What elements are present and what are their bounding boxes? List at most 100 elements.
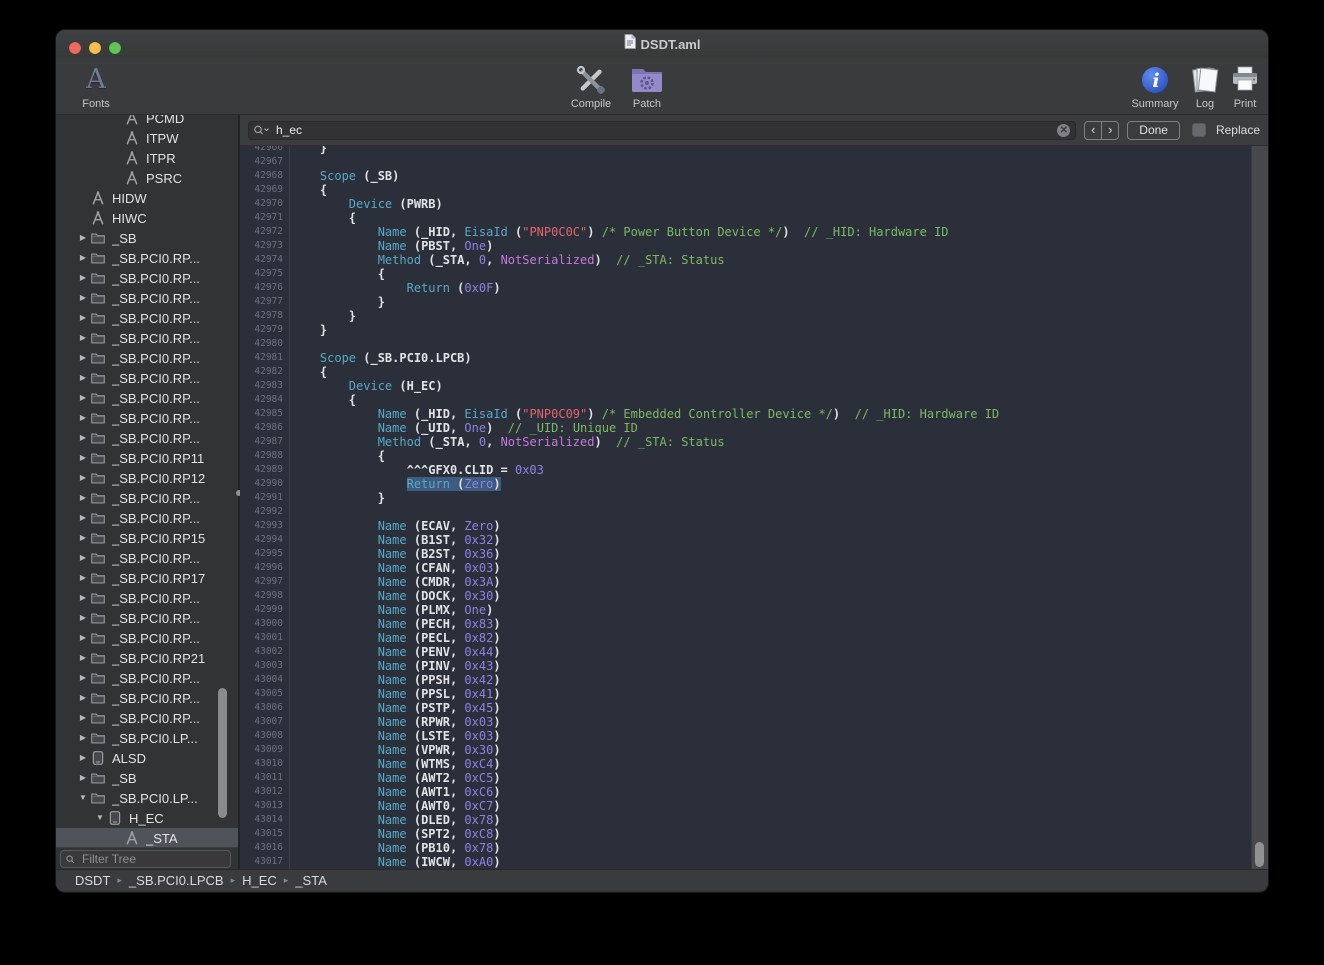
code-line[interactable]: 42982 { bbox=[240, 365, 1252, 379]
tree-item[interactable]: ▶_SB.PCI0.RP... bbox=[56, 588, 238, 608]
disclosure-collapsed-icon[interactable]: ▶ bbox=[76, 288, 90, 308]
patch-button[interactable]: Patch bbox=[622, 62, 672, 110]
code-line[interactable]: 43015 Name (SPT2, 0xC8) bbox=[240, 827, 1252, 841]
code-line[interactable]: 43016 Name (PB10, 0x78) bbox=[240, 841, 1252, 855]
code-lines[interactable]: 42966 }4296742968 Scope (_SB)42969 {4297… bbox=[240, 146, 1252, 869]
close-button[interactable] bbox=[69, 42, 81, 54]
filter-tree-input[interactable] bbox=[80, 851, 214, 867]
tree-item[interactable]: ▶_SB.PCI0.RP... bbox=[56, 328, 238, 348]
tree-item[interactable]: _STA bbox=[56, 828, 238, 848]
breadcrumb-item[interactable]: _STA bbox=[295, 873, 327, 888]
sidebar-tree[interactable]: PCMDITPWITPRPSRCHIDWHIWC▶_SB▶_SB.PCI0.RP… bbox=[56, 115, 238, 848]
tree-item[interactable]: ITPR bbox=[56, 148, 238, 168]
tree-item[interactable]: ▶_SB.PCI0.RP... bbox=[56, 288, 238, 308]
code-line[interactable]: 43005 Name (PPSL, 0x41) bbox=[240, 687, 1252, 701]
code-line[interactable]: 42972 Name (_HID, EisaId ("PNP0C0C") /* … bbox=[240, 225, 1252, 239]
disclosure-collapsed-icon[interactable]: ▶ bbox=[76, 428, 90, 448]
print-button[interactable]: Print bbox=[1223, 62, 1267, 110]
tree-item[interactable]: ▶_SB.PCI0.RP... bbox=[56, 308, 238, 328]
tree-item[interactable]: ▶_SB.PCI0.RP... bbox=[56, 408, 238, 428]
code-line[interactable]: 42967 bbox=[240, 155, 1252, 169]
code-line[interactable]: 43017 Name (IWCW, 0xA0) bbox=[240, 855, 1252, 869]
code-line[interactable]: 43008 Name (LSTE, 0x03) bbox=[240, 729, 1252, 743]
tree-item[interactable]: ▶_SB.PCI0.RP... bbox=[56, 508, 238, 528]
tree-item[interactable]: ▶_SB.PCI0.RP... bbox=[56, 248, 238, 268]
tree-item[interactable]: ▶_SB.PCI0.RP17 bbox=[56, 568, 238, 588]
find-previous-button[interactable]: ‹ bbox=[1085, 122, 1102, 139]
clear-search-icon[interactable]: ✕ bbox=[1057, 124, 1070, 137]
tree-item[interactable]: ▶_SB.PCI0.RP... bbox=[56, 668, 238, 688]
tree-item[interactable]: ▶_SB.PCI0.RP... bbox=[56, 628, 238, 648]
disclosure-collapsed-icon[interactable]: ▶ bbox=[76, 708, 90, 728]
disclosure-collapsed-icon[interactable]: ▶ bbox=[76, 628, 90, 648]
disclosure-collapsed-icon[interactable]: ▶ bbox=[76, 568, 90, 588]
disclosure-collapsed-icon[interactable]: ▶ bbox=[76, 268, 90, 288]
tree-item[interactable]: ▼_SB.PCI0.LP... bbox=[56, 788, 238, 808]
zoom-button[interactable] bbox=[109, 42, 121, 54]
code-line[interactable]: 42995 Name (B2ST, 0x36) bbox=[240, 547, 1252, 561]
disclosure-collapsed-icon[interactable]: ▶ bbox=[76, 488, 90, 508]
find-next-button[interactable]: › bbox=[1102, 122, 1118, 139]
code-line[interactable]: 42973 Name (PBST, One) bbox=[240, 239, 1252, 253]
search-input[interactable] bbox=[274, 122, 1057, 138]
code-line[interactable]: 42990 Return (Zero) bbox=[240, 477, 1252, 491]
tree-item[interactable]: ▶_SB bbox=[56, 228, 238, 248]
tree-item[interactable]: ▶_SB bbox=[56, 768, 238, 788]
code-line[interactable]: 43013 Name (AWT0, 0xC7) bbox=[240, 799, 1252, 813]
code-line[interactable]: 42975 { bbox=[240, 267, 1252, 281]
tree-item[interactable]: ▶_SB.PCI0.RP... bbox=[56, 488, 238, 508]
code-line[interactable]: 43002 Name (PENV, 0x44) bbox=[240, 645, 1252, 659]
code-line[interactable]: 43006 Name (PSTP, 0x45) bbox=[240, 701, 1252, 715]
compile-button[interactable]: Compile bbox=[562, 62, 620, 110]
summary-button[interactable]: i Summary bbox=[1125, 62, 1185, 110]
disclosure-collapsed-icon[interactable]: ▶ bbox=[76, 588, 90, 608]
code-line[interactable]: 42989 ^^^GFX0.CLID = 0x03 bbox=[240, 463, 1252, 477]
tree-item[interactable]: ▶_SB.PCI0.RP... bbox=[56, 348, 238, 368]
code-line[interactable]: 42976 Return (0x0F) bbox=[240, 281, 1252, 295]
tree-item[interactable]: ▶_SB.PCI0.RP... bbox=[56, 688, 238, 708]
tree-item[interactable]: ▶_SB.PCI0.RP... bbox=[56, 428, 238, 448]
code-line[interactable]: 42993 Name (ECAV, Zero) bbox=[240, 519, 1252, 533]
disclosure-expanded-icon[interactable]: ▼ bbox=[93, 808, 107, 828]
disclosure-expanded-icon[interactable]: ▼ bbox=[76, 788, 90, 808]
code-line[interactable]: 42987 Method (_STA, 0, NotSerialized) //… bbox=[240, 435, 1252, 449]
editor-scrollbar-thumb[interactable] bbox=[1255, 842, 1264, 867]
code-line[interactable]: 43010 Name (WTMS, 0xC4) bbox=[240, 757, 1252, 771]
disclosure-collapsed-icon[interactable]: ▶ bbox=[76, 308, 90, 328]
log-button[interactable]: Log bbox=[1184, 62, 1226, 110]
breadcrumb-item[interactable]: DSDT bbox=[75, 873, 110, 888]
code-line[interactable]: 42988 { bbox=[240, 449, 1252, 463]
window-titlebar[interactable]: DSDT.aml bbox=[56, 30, 1268, 58]
editor-scrollbar[interactable] bbox=[1251, 146, 1268, 869]
code-line[interactable]: 42979 } bbox=[240, 323, 1252, 337]
tree-item[interactable]: HIWC bbox=[56, 208, 238, 228]
code-line[interactable]: 43011 Name (AWT2, 0xC5) bbox=[240, 771, 1252, 785]
replace-checkbox[interactable] bbox=[1192, 123, 1206, 137]
disclosure-collapsed-icon[interactable]: ▶ bbox=[76, 468, 90, 488]
disclosure-collapsed-icon[interactable]: ▶ bbox=[76, 388, 90, 408]
minimize-button[interactable] bbox=[89, 42, 101, 54]
code-editor[interactable]: 42966 }4296742968 Scope (_SB)42969 {4297… bbox=[240, 146, 1268, 869]
code-line[interactable]: 42977 } bbox=[240, 295, 1252, 309]
code-line[interactable]: 42992 bbox=[240, 505, 1252, 519]
disclosure-collapsed-icon[interactable]: ▶ bbox=[76, 768, 90, 788]
tree-item[interactable]: ▶_SB.PCI0.RP21 bbox=[56, 648, 238, 668]
code-line[interactable]: 43012 Name (AWT1, 0xC6) bbox=[240, 785, 1252, 799]
code-line[interactable]: 42969 { bbox=[240, 183, 1252, 197]
tree-item[interactable]: ▶_SB.PCI0.LP... bbox=[56, 728, 238, 748]
code-line[interactable]: 43007 Name (RPWR, 0x03) bbox=[240, 715, 1252, 729]
code-line[interactable]: 42970 Device (PWRB) bbox=[240, 197, 1252, 211]
tree-item[interactable]: ▶_SB.PCI0.RP12 bbox=[56, 468, 238, 488]
disclosure-collapsed-icon[interactable]: ▶ bbox=[76, 608, 90, 628]
tree-item[interactable]: PSRC bbox=[56, 168, 238, 188]
code-line[interactable]: 42966 } bbox=[240, 146, 1252, 155]
code-line[interactable]: 42994 Name (B1ST, 0x32) bbox=[240, 533, 1252, 547]
code-line[interactable]: 42986 Name (_UID, One) // _UID: Unique I… bbox=[240, 421, 1252, 435]
code-line[interactable]: 42978 } bbox=[240, 309, 1252, 323]
disclosure-collapsed-icon[interactable]: ▶ bbox=[76, 528, 90, 548]
tree-item[interactable]: ITPW bbox=[56, 128, 238, 148]
disclosure-collapsed-icon[interactable]: ▶ bbox=[76, 648, 90, 668]
code-line[interactable]: 42991 } bbox=[240, 491, 1252, 505]
code-line[interactable]: 43001 Name (PECL, 0x82) bbox=[240, 631, 1252, 645]
code-line[interactable]: 42985 Name (_HID, EisaId ("PNP0C09") /* … bbox=[240, 407, 1252, 421]
